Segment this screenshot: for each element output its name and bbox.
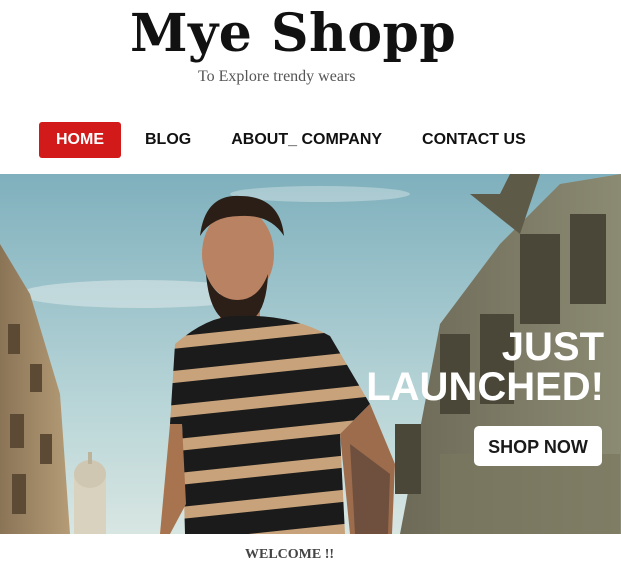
welcome-text: WELCOME !! xyxy=(245,547,335,562)
shop-now-label: SHOP NOW xyxy=(488,437,588,457)
main-nav: HOME BLOG ABOUT_ COMPANY CONTACT US xyxy=(39,122,542,158)
shop-now-button[interactable]: SHOP NOW xyxy=(474,426,602,466)
site-tagline: To Explore trendy wears xyxy=(198,68,356,85)
nav-contact-us[interactable]: CONTACT US xyxy=(406,122,542,158)
nav-home[interactable]: HOME xyxy=(39,122,121,158)
nav-about-company[interactable]: ABOUT_ COMPANY xyxy=(215,122,398,158)
site-title: Mye Shopp xyxy=(130,3,457,64)
hero-image: JUST LAUNCHED! SHOP NOW xyxy=(0,174,621,534)
hero-banner[interactable]: JUST LAUNCHED! SHOP NOW xyxy=(0,174,621,534)
hero-headline-line1: JUST xyxy=(502,325,604,369)
nav-blog[interactable]: BLOG xyxy=(129,122,207,158)
hero-headline-line2: LAUNCHED! xyxy=(366,365,604,409)
